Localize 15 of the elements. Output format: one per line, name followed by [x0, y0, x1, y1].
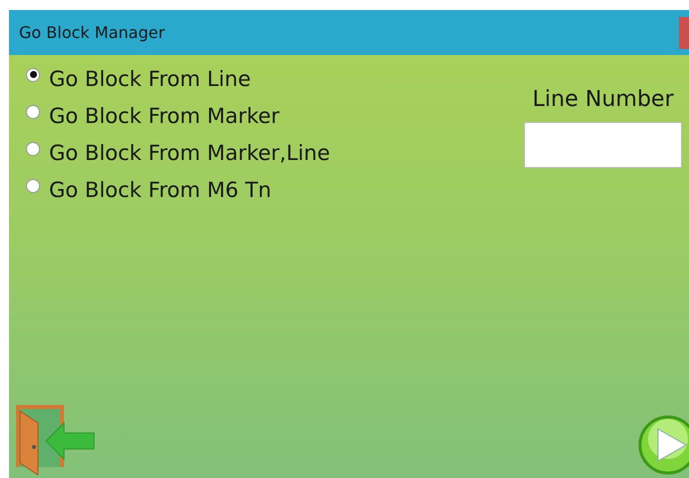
- radio-option[interactable]: Go Block From Marker: [26, 100, 330, 131]
- field-label: Line Number: [532, 87, 674, 112]
- radio-option[interactable]: Go Block From Line: [26, 63, 330, 94]
- radio-option[interactable]: Go Block From Marker,Line: [26, 137, 330, 168]
- line-number-field[interactable]: [524, 122, 682, 168]
- play-button[interactable]: [638, 415, 689, 475]
- radio-button[interactable]: [26, 68, 40, 82]
- play-icon: [638, 415, 689, 475]
- radio-option[interactable]: Go Block From M6 Tn: [26, 174, 330, 205]
- radio-button[interactable]: [26, 142, 40, 156]
- window-title: Go Block Manager: [19, 23, 165, 42]
- radio-button[interactable]: [26, 104, 40, 118]
- exit-button[interactable]: [14, 403, 96, 475]
- radio-button[interactable]: [26, 178, 40, 192]
- door-exit-icon: [14, 403, 96, 475]
